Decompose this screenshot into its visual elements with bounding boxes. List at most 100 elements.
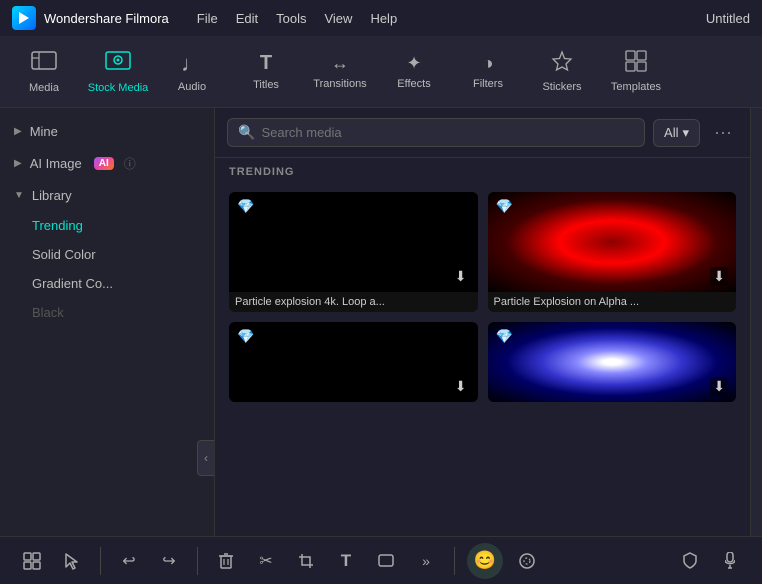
mic-button[interactable]	[714, 545, 746, 577]
ai-badge: AI	[94, 157, 114, 170]
search-bar: 🔍 All ▾ ···	[215, 108, 750, 158]
download-icon-4[interactable]: ⬇	[710, 377, 728, 396]
media-label-1: Particle explosion 4k. Loop a...	[229, 292, 478, 312]
sidebar-item-library-label: Library	[32, 188, 72, 203]
media-card-1[interactable]: 💎 ⬇ Particle explosion 4k. Loop a...	[229, 192, 478, 312]
tool-media-label: Media	[29, 82, 59, 94]
bottom-tool-group-edit: ✂ T »	[210, 545, 442, 577]
app-name: Wondershare Filmora	[44, 11, 169, 26]
audio-icon: ♩	[181, 51, 203, 77]
chevron-down-icon: ▾	[682, 125, 689, 141]
tool-transitions-label: Transitions	[313, 78, 366, 90]
screen-tool-button[interactable]	[370, 545, 402, 577]
download-icon-1[interactable]: ⬇	[452, 267, 470, 286]
sidebar-collapse-button[interactable]: ‹	[197, 440, 215, 476]
menu-tools[interactable]: Tools	[276, 11, 306, 26]
tool-templates[interactable]: Templates	[600, 38, 672, 106]
separator-3	[454, 547, 455, 575]
chevron-down-icon: ▼	[14, 190, 24, 201]
filter-dropdown[interactable]: All ▾	[653, 119, 700, 147]
sidebar-subitem-trending[interactable]: Trending	[0, 211, 214, 240]
media-badge-4: 💎	[496, 328, 513, 345]
media-card-4[interactable]: 💎 ⬇	[488, 322, 737, 402]
app-logo	[12, 6, 36, 30]
window-title: Untitled	[706, 11, 750, 26]
tool-stickers-label: Stickers	[542, 81, 581, 93]
tool-titles-label: Titles	[253, 79, 279, 91]
menu-view[interactable]: View	[324, 11, 352, 26]
content-panel: 🔍 All ▾ ··· TRENDING 💎 ⬇ Particle explos…	[215, 108, 750, 536]
bottom-tool-group-left	[16, 545, 88, 577]
select-tool-button[interactable]	[56, 545, 88, 577]
effects-ring-button[interactable]	[511, 545, 543, 577]
chevron-right-icon: ▶	[14, 126, 22, 137]
templates-icon	[625, 50, 647, 77]
bottom-tool-group-history: ↩ ↪	[113, 545, 185, 577]
tool-effects[interactable]: ✦ Effects	[378, 38, 450, 106]
record-button[interactable]: 😊	[467, 543, 503, 579]
media-icon	[31, 50, 57, 78]
layout-tool-button[interactable]	[16, 545, 48, 577]
bottom-tool-group-center: 😊	[467, 543, 543, 579]
menu-help[interactable]: Help	[370, 11, 397, 26]
shield-button[interactable]	[674, 545, 706, 577]
main-toolbar: Media Stock Media ♩ Audio T Titles ↔ Tra…	[0, 36, 762, 108]
delete-button[interactable]	[210, 545, 242, 577]
tool-effects-label: Effects	[397, 78, 430, 90]
tool-filters[interactable]: ◑ Filters	[452, 38, 524, 106]
bottom-toolbar: ↩ ↪ ✂ T » 😊	[0, 536, 762, 584]
sidebar-subitem-gradient[interactable]: Gradient Co...	[0, 269, 214, 298]
media-thumbnail-4: 💎 ⬇	[488, 322, 737, 402]
tool-stock-media[interactable]: Stock Media	[82, 38, 154, 106]
download-icon-2[interactable]: ⬇	[710, 267, 728, 286]
effects-icon: ✦	[406, 53, 421, 74]
tool-audio[interactable]: ♩ Audio	[156, 38, 228, 106]
sidebar-subitem-black-label: Black	[32, 305, 64, 320]
bottom-tool-group-right	[674, 545, 746, 577]
separator-2	[197, 547, 198, 575]
media-thumbnail-2: 💎 ⬇	[488, 192, 737, 292]
media-badge-2: 💎	[496, 198, 513, 215]
main-area: ▶ Mine ▶ AI Image AI ⓘ ▼ Library Trendin…	[0, 108, 762, 536]
sidebar-item-ai-label: AI Image	[30, 156, 82, 171]
sidebar-subitem-solid-color[interactable]: Solid Color	[0, 240, 214, 269]
sidebar-item-library[interactable]: ▼ Library	[0, 180, 214, 211]
media-label-2: Particle Explosion on Alpha ...	[488, 292, 737, 312]
menu-bar: File Edit Tools View Help	[197, 11, 698, 26]
filter-label: All	[664, 125, 678, 140]
right-preview-strip	[750, 108, 762, 536]
sidebar-item-ai-image[interactable]: ▶ AI Image AI ⓘ	[0, 147, 214, 180]
sidebar-item-mine[interactable]: ▶ Mine	[0, 116, 214, 147]
media-thumbnail-1: 💎 ⬇	[229, 192, 478, 292]
search-input[interactable]	[261, 125, 634, 140]
titles-icon: T	[260, 52, 272, 75]
media-card-2[interactable]: 💎 ⬇ Particle Explosion on Alpha ...	[488, 192, 737, 312]
sidebar-subitem-black[interactable]: Black	[0, 298, 214, 327]
cut-button[interactable]: ✂	[250, 545, 282, 577]
menu-edit[interactable]: Edit	[236, 11, 258, 26]
media-card-3[interactable]: 💎 ⬇	[229, 322, 478, 402]
tool-stickers[interactable]: Stickers	[526, 38, 598, 106]
sidebar: ▶ Mine ▶ AI Image AI ⓘ ▼ Library Trendin…	[0, 108, 215, 536]
more-options-button[interactable]: ···	[708, 120, 738, 145]
info-icon[interactable]: ⓘ	[124, 155, 136, 172]
chevron-right-icon-ai: ▶	[14, 158, 22, 169]
search-input-wrap[interactable]: 🔍	[227, 118, 645, 147]
section-label: TRENDING	[215, 158, 750, 184]
menu-file[interactable]: File	[197, 11, 218, 26]
text-tool-button[interactable]: T	[330, 545, 362, 577]
redo-button[interactable]: ↪	[153, 545, 185, 577]
tool-filters-label: Filters	[473, 78, 503, 90]
sidebar-subitem-solid-color-label: Solid Color	[32, 247, 96, 262]
crop-button[interactable]	[290, 545, 322, 577]
sidebar-item-mine-label: Mine	[30, 124, 58, 139]
tool-media[interactable]: Media	[8, 38, 80, 106]
tool-transitions[interactable]: ↔ Transitions	[304, 38, 376, 106]
stickers-icon	[551, 50, 573, 77]
media-badge-3: 💎	[237, 328, 254, 345]
undo-button[interactable]: ↩	[113, 545, 145, 577]
download-icon-3[interactable]: ⬇	[452, 377, 470, 396]
more-tools-button[interactable]: »	[410, 545, 442, 577]
separator-1	[100, 547, 101, 575]
tool-titles[interactable]: T Titles	[230, 38, 302, 106]
